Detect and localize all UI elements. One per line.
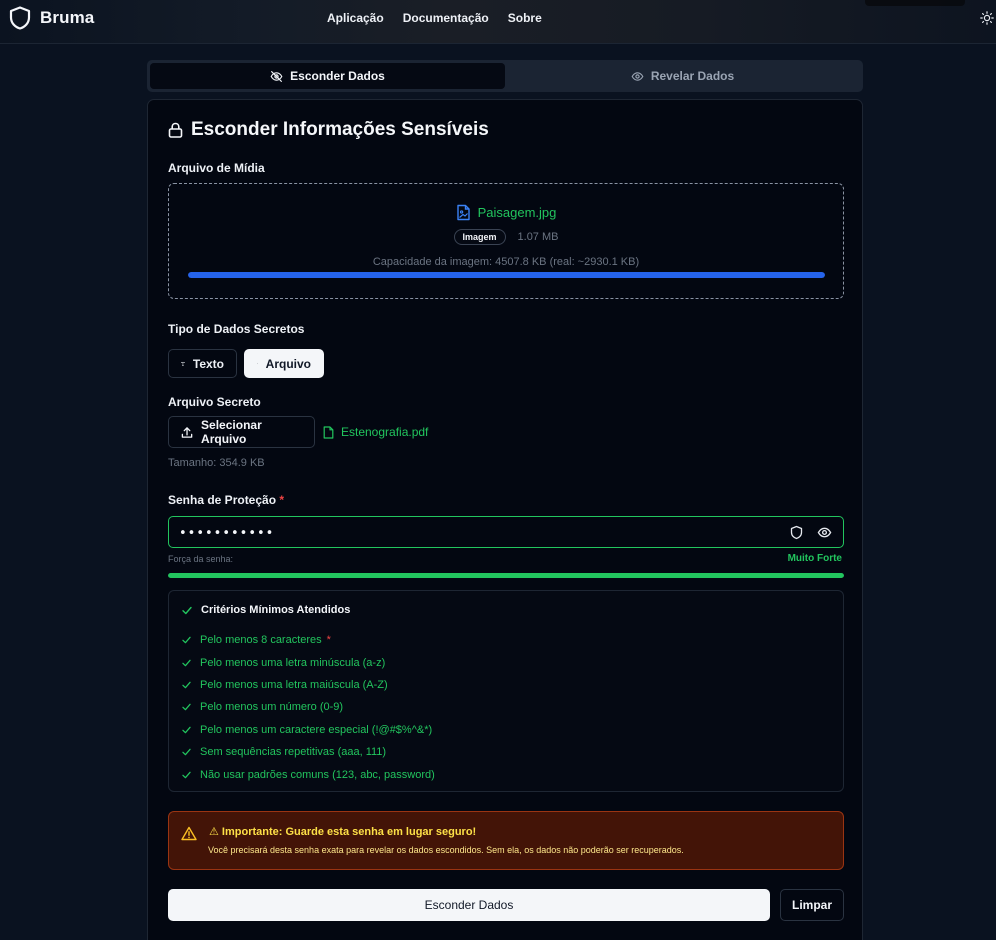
password-label-text: Senha de Proteção	[168, 493, 277, 507]
secret-type-label: Tipo de Dados Secretos	[168, 322, 305, 336]
capacity-bar-fill	[188, 272, 825, 278]
criteria-panel: Critérios Mínimos Atendidos Pelo menos 8…	[168, 590, 844, 792]
criteria-item-text: Pelo menos um número (0-9)	[200, 701, 344, 714]
check-icon	[182, 606, 192, 614]
select-file-label: Selecionar Arquivo	[201, 418, 262, 446]
criteria-item-text: Pelo menos uma letra minúscula (a-z)	[200, 656, 386, 669]
criteria-item: Pelo menos uma letra minúscula (a-z)	[182, 651, 435, 673]
media-label: Arquivo de Mídia	[168, 161, 265, 175]
criteria-item: Sem sequências repetitivas (aaa, 111)	[182, 741, 435, 763]
eye-icon	[631, 71, 644, 81]
card-title-text: Esconder Informações Sensíveis	[191, 119, 489, 140]
check-icon	[182, 636, 191, 644]
hide-data-card: Esconder Informações Sensíveis Arquivo d…	[147, 99, 863, 940]
password-input[interactable]	[179, 523, 779, 543]
file-type-label: Arquivo	[265, 356, 311, 371]
media-file-size: 1.07 MB	[517, 231, 559, 243]
shield-logo-icon	[9, 6, 31, 30]
check-icon	[182, 659, 191, 666]
strength-value: Muito Forte	[787, 553, 842, 564]
tab-label: Esconder Dados	[290, 69, 385, 83]
criteria-item-text: Sem sequências repetitivas (aaa, 111)	[200, 746, 387, 759]
nav-link-sobre[interactable]: Sobre	[508, 11, 542, 25]
mode-tabs: Esconder Dados Revelar Dados	[147, 60, 863, 92]
image-file-icon	[456, 204, 470, 221]
criteria-title-text: Critérios Mínimos Atendidos	[201, 604, 351, 616]
capacity-bar	[188, 272, 825, 278]
type-text-icon	[181, 361, 185, 366]
nav-link-documentacao[interactable]: Documentação	[403, 11, 489, 25]
top-navbar: Bruma Aplicação Documentação Sobre	[0, 0, 996, 44]
required-mark: *	[326, 634, 331, 647]
warning-text: Você precisará desta senha exata para re…	[208, 845, 684, 855]
clear-button[interactable]: Limpar	[780, 889, 844, 921]
show-password-eye-icon[interactable]	[817, 525, 832, 540]
check-icon	[182, 726, 191, 734]
criteria-item: Não usar padrões comuns (123, abc, passw…	[182, 763, 435, 785]
criteria-item-text: Pelo menos um caractere especial (!@#$%^…	[200, 723, 433, 736]
criteria-title: Critérios Mínimos Atendidos	[182, 604, 350, 616]
upload-icon	[181, 426, 193, 438]
strength-label: Força da senha:	[168, 554, 234, 564]
secret-file-name: Estenografia.pdf	[323, 425, 428, 439]
warning-title: ⚠ Importante: Guarde esta senha em lugar…	[209, 826, 477, 838]
text-type-label: Texto	[192, 356, 224, 371]
strength-bar	[168, 573, 844, 578]
text-type-button[interactable]: Texto	[168, 349, 237, 378]
media-dropzone[interactable]: Paisagem.jpg Imagem 1.07 MB Capacidade d…	[168, 183, 844, 299]
media-meta-row: Imagem 1.07 MB	[169, 229, 843, 245]
nav-link-aplicacao[interactable]: Aplicação	[327, 11, 384, 25]
file-text-icon	[257, 363, 258, 364]
secret-file-name-text: Estenografia.pdf	[341, 425, 429, 439]
criteria-item: Pelo menos 8 caracteres *	[182, 629, 435, 651]
check-icon	[182, 681, 191, 689]
brand[interactable]: Bruma	[9, 6, 94, 30]
brand-name: Bruma	[40, 8, 95, 27]
password-label: Senha de Proteção *	[168, 493, 284, 507]
alert-triangle-icon	[181, 826, 197, 841]
password-field	[168, 516, 844, 548]
criteria-item: Pelo menos um caractere especial (!@#$%^…	[182, 719, 435, 741]
hide-data-button[interactable]: Esconder Dados	[168, 889, 770, 921]
eye-off-icon	[270, 70, 283, 82]
required-mark: *	[279, 493, 285, 507]
media-file-name: Paisagem.jpg	[477, 205, 557, 220]
file-type-badge: Imagem	[453, 229, 506, 245]
media-file-row: Paisagem.jpg	[169, 204, 843, 221]
tab-label: Revelar Dados	[650, 69, 735, 83]
tab-revelar-dados[interactable]: Revelar Dados	[505, 63, 860, 89]
strength-bar-fill	[168, 573, 844, 578]
criteria-item-text: Não usar padrões comuns (123, abc, passw…	[200, 768, 435, 781]
secret-file-label: Arquivo Secreto	[168, 395, 261, 409]
image-capacity: Capacidade da imagem: 4507.8 KB (real: ~…	[372, 256, 640, 268]
secret-file-size: Tamanho: 354.9 KB	[168, 457, 265, 469]
criteria-list: Pelo menos 8 caracteres * Pelo menos uma l…	[182, 629, 435, 786]
criteria-item-text: Pelo menos 8 caracteres	[200, 634, 322, 647]
shield-icon[interactable]	[789, 525, 804, 540]
criteria-item: Pelo menos uma letra maiúscula (A-Z)	[182, 674, 435, 696]
navbar-overlay	[865, 0, 965, 6]
check-icon	[182, 704, 191, 711]
check-icon	[182, 771, 191, 778]
select-file-button[interactable]: Selecionar Arquivo	[168, 416, 315, 448]
tab-esconder-dados[interactable]: Esconder Dados	[150, 63, 505, 89]
nav-links: Aplicação Documentação Sobre	[327, 11, 542, 25]
lock-icon	[168, 122, 183, 138]
check-icon	[182, 748, 191, 756]
card-title: Esconder Informações Sensíveis	[168, 119, 489, 141]
file-type-button[interactable]: Arquivo	[244, 349, 324, 378]
file-icon	[323, 425, 334, 439]
sun-icon[interactable]	[980, 11, 994, 25]
criteria-item-text: Pelo menos uma letra maiúscula (A-Z)	[200, 678, 388, 691]
criteria-item: Pelo menos um número (0-9)	[182, 696, 435, 718]
warning-alert: ⚠ Importante: Guarde esta senha em lugar…	[168, 811, 844, 870]
